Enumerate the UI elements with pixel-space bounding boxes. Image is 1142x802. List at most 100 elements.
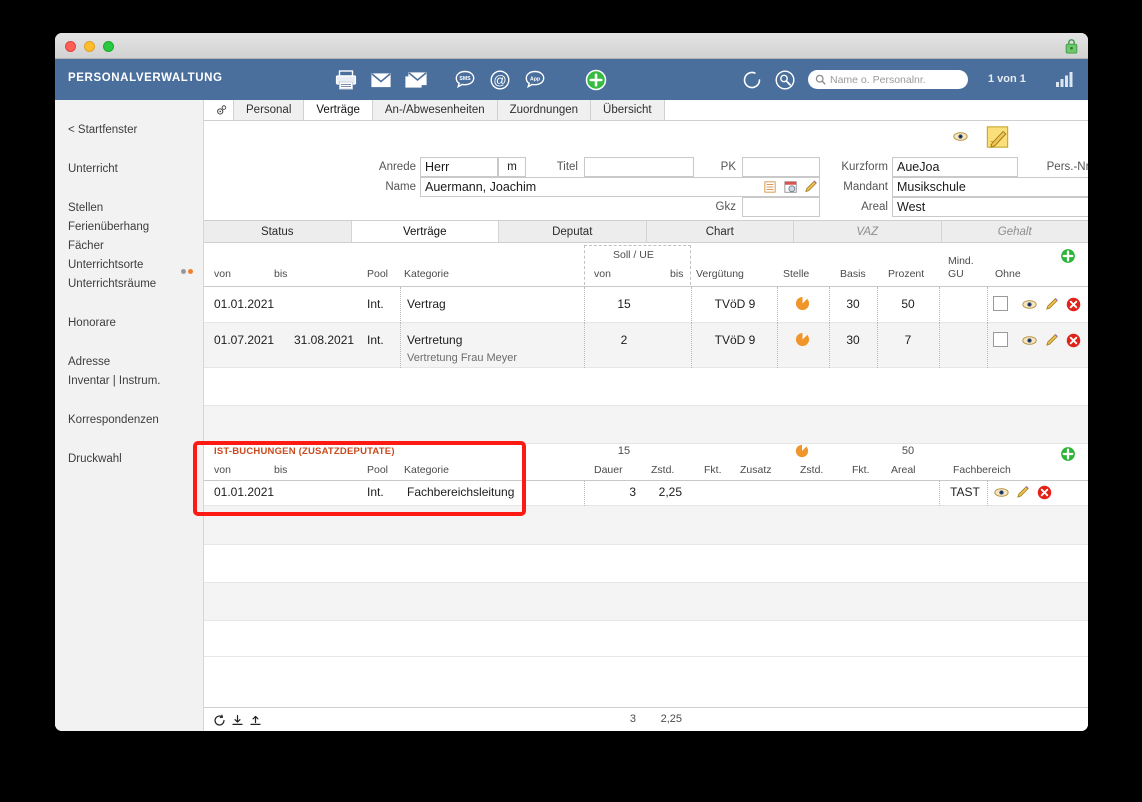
cell-basis: 30 xyxy=(846,333,860,347)
app-icon[interactable]: App xyxy=(523,68,547,92)
sidebar-section-unterricht[interactable]: Unterricht xyxy=(55,160,203,179)
search-box[interactable] xyxy=(808,70,968,89)
eye-icon[interactable] xyxy=(1022,335,1037,346)
app-window: PERSONALVERWALTUNG SMS @ App Name o. Per… xyxy=(55,33,1088,731)
sidebar-item-korrespondenzen[interactable]: Korrespondenzen xyxy=(55,411,203,430)
gear-icon[interactable] xyxy=(210,100,234,120)
search-input[interactable] xyxy=(830,73,958,86)
eye-icon[interactable] xyxy=(994,487,1009,498)
contracts-table: Soll / UE von bis Pool Kategorie von bis… xyxy=(204,243,1088,657)
tab-personal[interactable]: Personal xyxy=(234,100,305,120)
table-row[interactable]: 01.07.2021 31.08.2021 Int. Vertretung Ve… xyxy=(204,323,1088,368)
pie-chart-icon[interactable] xyxy=(795,332,810,347)
col-areal: Areal xyxy=(891,464,916,476)
titel-field[interactable] xyxy=(584,157,694,177)
checkbox-ohne[interactable] xyxy=(993,332,1008,347)
signal-bars-icon[interactable] xyxy=(1055,70,1075,88)
refresh-icon[interactable] xyxy=(740,68,764,92)
col-mind: Mind. xyxy=(948,255,974,267)
pie-chart-icon[interactable] xyxy=(795,296,810,311)
col-soll-bis: bis xyxy=(670,268,684,280)
calendar-icon[interactable] xyxy=(784,180,798,194)
sidebar-item-faecher[interactable]: Fächer xyxy=(55,237,203,256)
person-form: Anrede Titel PK Name xyxy=(204,121,1088,220)
subtab-vaz[interactable]: VAZ xyxy=(794,221,942,242)
cell-basis: 30 xyxy=(846,297,860,311)
cell-verguetung: TVöD 9 xyxy=(714,297,756,311)
gender-field[interactable] xyxy=(498,157,526,177)
sidebar-item-druckwahl[interactable]: Druckwahl xyxy=(55,450,203,469)
tab-an-abwesenheiten[interactable]: An-/Abwesenheiten xyxy=(372,100,498,120)
printer-icon[interactable] xyxy=(334,68,358,92)
cell-kategorie-note: Vertretung Frau Meyer xyxy=(407,352,518,364)
kurzform-field[interactable] xyxy=(892,157,1018,177)
areal-field[interactable] xyxy=(892,197,1088,217)
maximize-window-button[interactable] xyxy=(103,41,114,52)
envelope-icon[interactable] xyxy=(369,68,393,92)
delete-icon[interactable] xyxy=(1066,297,1081,312)
close-window-button[interactable] xyxy=(65,41,76,52)
add-row-icon[interactable] xyxy=(1060,248,1076,264)
ist-buchungen-header: IST-BUCHUNGEN (ZUSATZDEPUTATE) 15 50 xyxy=(204,444,1088,461)
col-von: von xyxy=(214,268,231,280)
upload-icon[interactable] xyxy=(246,711,264,729)
sidebar-item-ferienueberhang[interactable]: Ferienüberhang xyxy=(55,218,203,237)
mandant-field[interactable] xyxy=(892,177,1088,197)
table-row[interactable]: 01.01.2021 Int. Fachbereichsleitung 3 2,… xyxy=(204,481,1088,506)
refresh-icon[interactable] xyxy=(210,711,228,729)
lock-icon xyxy=(1065,39,1078,54)
table-row-empty[interactable] xyxy=(204,621,1088,657)
search-person-icon[interactable] xyxy=(773,68,797,92)
subtab-deputat[interactable]: Deputat xyxy=(499,221,647,242)
app-body: < Startfenster Unterricht Stellen Ferien… xyxy=(55,100,1088,731)
tab-vertraege[interactable]: Verträge xyxy=(304,100,373,120)
table-row-empty[interactable] xyxy=(204,506,1088,545)
table-row[interactable]: 01.01.2021 Int. Vertrag 15 TVöD 9 30 50 xyxy=(204,287,1088,323)
col-kategorie: Kategorie xyxy=(404,464,449,476)
subtab-chart[interactable]: Chart xyxy=(646,221,794,242)
table-row-empty[interactable] xyxy=(204,368,1088,406)
window-titlebar xyxy=(55,33,1088,59)
svg-text:App: App xyxy=(530,76,540,82)
at-icon[interactable]: @ xyxy=(488,68,512,92)
col-ohne: Ohne xyxy=(995,268,1021,280)
minimize-window-button[interactable] xyxy=(84,41,95,52)
table-row-empty[interactable] xyxy=(204,583,1088,621)
subtab-status[interactable]: Status xyxy=(204,221,352,242)
sidebar-item-adresse[interactable]: Adresse xyxy=(55,353,203,372)
add-row-icon[interactable] xyxy=(1060,446,1076,462)
name-field[interactable] xyxy=(420,177,820,197)
status-dot-gray xyxy=(181,269,186,274)
table-row-empty[interactable] xyxy=(204,545,1088,583)
subtab-gehalt[interactable]: Gehalt xyxy=(941,221,1088,242)
eye-icon[interactable] xyxy=(1022,299,1037,310)
footer-sum-zstd: 2,25 xyxy=(660,713,682,725)
download-icon[interactable] xyxy=(228,711,246,729)
sidebar-item-startfenster[interactable]: < Startfenster xyxy=(55,121,203,140)
col-zusatz: Zusatz xyxy=(740,464,772,476)
sidebar-item-inventar[interactable]: Inventar | Instrum. xyxy=(55,372,203,391)
sms-icon[interactable]: SMS xyxy=(453,68,477,92)
delete-icon[interactable] xyxy=(1037,485,1052,500)
cell-verguetung: TVöD 9 xyxy=(714,333,756,347)
sidebar-item-stellen[interactable]: Stellen xyxy=(55,199,203,218)
sidebar-item-honorare[interactable]: Honorare xyxy=(55,314,203,333)
delete-icon[interactable] xyxy=(1066,333,1081,348)
add-icon[interactable] xyxy=(584,68,608,92)
table-row-empty[interactable] xyxy=(204,406,1088,444)
name-label: Name xyxy=(385,181,416,193)
pencil-icon[interactable] xyxy=(1045,296,1060,312)
pencil-icon[interactable] xyxy=(1016,484,1031,500)
anrede-field[interactable] xyxy=(420,157,498,177)
pencil-icon[interactable] xyxy=(1045,332,1060,348)
cell-fachbereich: TAST xyxy=(950,485,980,499)
contracts-table-header: Soll / UE von bis Pool Kategorie von bis… xyxy=(204,243,1088,287)
pk-label: PK xyxy=(720,161,736,173)
tab-zuordnungen[interactable]: Zuordnungen xyxy=(497,100,592,120)
list-icon[interactable] xyxy=(764,181,776,193)
subtab-vertraege[interactable]: Verträge xyxy=(351,221,499,242)
tab-uebersicht[interactable]: Übersicht xyxy=(591,100,665,120)
checkbox-ohne[interactable] xyxy=(993,296,1008,311)
col-von: von xyxy=(214,464,231,476)
envelopes-icon[interactable] xyxy=(404,68,428,92)
